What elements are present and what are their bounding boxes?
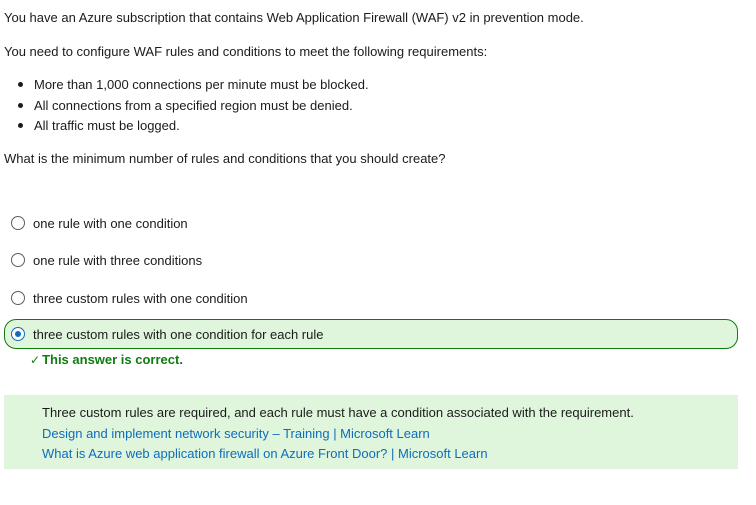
requirement-text: All connections from a specified region … bbox=[34, 97, 353, 113]
requirement-text: All traffic must be logged. bbox=[34, 118, 180, 133]
question-requirement: You need to configure WAF rules and cond… bbox=[4, 44, 488, 59]
answer-option-label: one rule with three conditions bbox=[33, 252, 203, 268]
answer-option-4-selected[interactable]: three custom rules with one condition fo… bbox=[4, 319, 738, 349]
answer-option-label: three custom rules with one condition bbox=[33, 290, 248, 306]
radio-button-icon[interactable] bbox=[11, 291, 25, 305]
training-link[interactable]: Design and implement network security – … bbox=[42, 426, 430, 441]
question-intro: You have an Azure subscription that cont… bbox=[4, 10, 584, 25]
answer-option-1[interactable]: one rule with one condition bbox=[4, 208, 738, 238]
answer-option-3[interactable]: three custom rules with one condition bbox=[4, 283, 738, 313]
radio-button-icon[interactable] bbox=[11, 216, 25, 230]
answer-option-label: three custom rules with one condition fo… bbox=[33, 326, 324, 342]
requirement-item: All traffic must be logged. bbox=[0, 117, 369, 138]
radio-button-icon[interactable] bbox=[11, 253, 25, 267]
checkmark-icon: ✓ bbox=[30, 352, 41, 367]
bullet-icon bbox=[18, 123, 23, 128]
answer-feedback: ✓ This answer is correct. bbox=[30, 352, 183, 367]
requirement-text: More than 1,000 connections per minute m… bbox=[34, 77, 369, 92]
feedback-text: This answer is correct. bbox=[42, 352, 183, 367]
requirement-item: All connections from a specified region … bbox=[0, 97, 369, 118]
front-door-waf-link[interactable]: What is Azure web application firewall o… bbox=[42, 446, 488, 461]
answer-option-2[interactable]: one rule with three conditions bbox=[4, 245, 738, 275]
radio-button-selected-icon[interactable] bbox=[11, 327, 25, 341]
question-prompt: What is the minimum number of rules and … bbox=[4, 151, 446, 166]
explanation-panel: Three custom rules are required, and eac… bbox=[4, 395, 738, 469]
answer-option-label: one rule with one condition bbox=[33, 215, 188, 231]
bullet-icon bbox=[18, 102, 23, 108]
explanation-text: Three custom rules are required, and eac… bbox=[42, 405, 634, 420]
bullet-icon bbox=[18, 82, 23, 87]
requirements-list: More than 1,000 connections per minute m… bbox=[0, 76, 369, 138]
requirement-item: More than 1,000 connections per minute m… bbox=[0, 76, 369, 97]
